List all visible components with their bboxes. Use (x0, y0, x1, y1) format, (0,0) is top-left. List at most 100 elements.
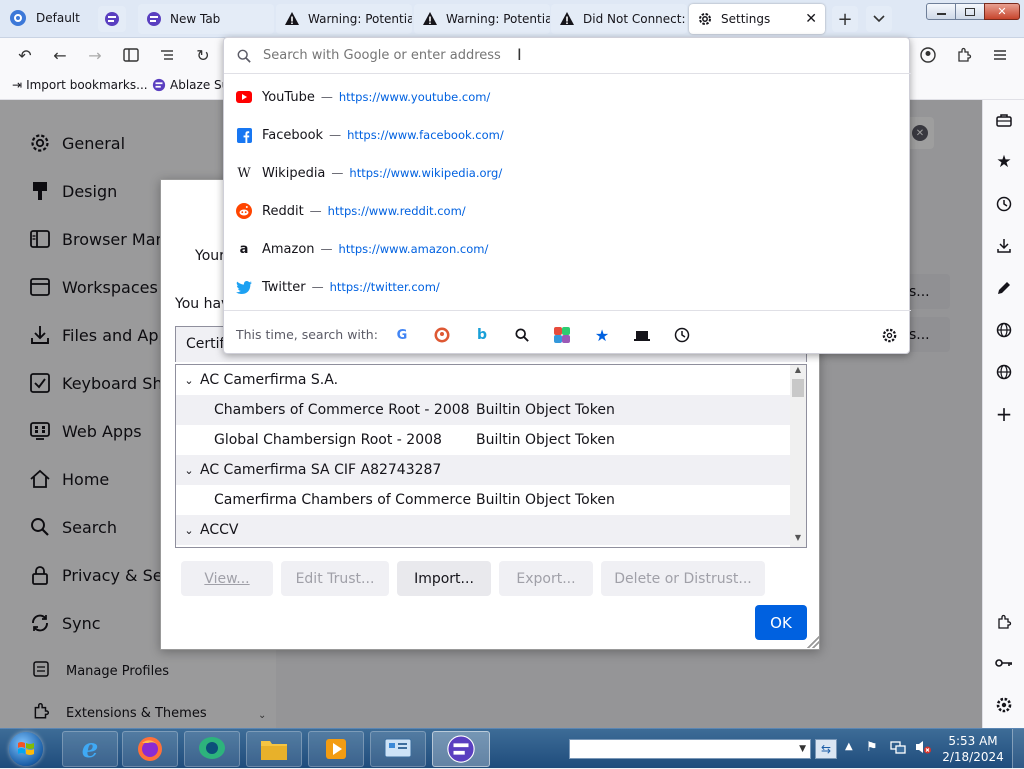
suggestion-facebook[interactable]: Facebook — https://www.facebook.com/ (224, 116, 911, 154)
search-engine-icon[interactable] (512, 325, 532, 345)
show-desktop-button[interactable] (1012, 729, 1024, 769)
export-button[interactable]: Export... (499, 561, 593, 596)
search-settings-icon[interactable] (879, 325, 899, 345)
duckduckgo-engine-icon[interactable] (432, 325, 452, 345)
taskbar-firefox[interactable] (122, 731, 178, 767)
pencil-icon[interactable] (993, 277, 1015, 299)
globe-icon[interactable] (993, 361, 1015, 383)
restore-button[interactable] (955, 3, 985, 20)
search-icon (237, 49, 251, 63)
taskbar-floorp[interactable] (432, 731, 490, 767)
floorp-tab-icon[interactable] (98, 6, 126, 32)
key-icon[interactable] (993, 652, 1015, 674)
taskbar-address-box[interactable]: ▼ (569, 739, 811, 759)
amazon-icon: a (239, 241, 249, 257)
extensions-button[interactable] (951, 43, 977, 67)
hamburger-icon (994, 50, 1006, 60)
tree-scrollbar[interactable]: ▲ ▼ (790, 365, 806, 547)
edit-trust-button[interactable]: Edit Trust... (281, 561, 389, 596)
bing-engine-icon[interactable]: b (472, 325, 492, 345)
wikipedia-icon: W (237, 165, 251, 181)
taskbar-explorer[interactable] (246, 731, 302, 767)
view-button[interactable]: View... (181, 561, 273, 596)
list-all-tabs-button[interactable] (866, 6, 892, 32)
clock-date[interactable]: 2/18/2024 (942, 750, 1004, 764)
delete-distrust-button[interactable]: Delete or Distrust... (601, 561, 765, 596)
tree-item-row[interactable]: Global Chambersign Root - 2008 Builtin O… (176, 425, 790, 455)
menu-button[interactable] (987, 43, 1013, 67)
star-icon[interactable]: ★ (993, 151, 1015, 173)
tree-item-row[interactable]: Camerfirma Chambers of Commerce ... Buil… (176, 485, 790, 515)
add-panel-icon[interactable]: + (993, 402, 1015, 426)
reload-button[interactable]: ↻ (190, 43, 216, 67)
profile-label: Default (36, 11, 80, 25)
google-engine-icon[interactable]: G (392, 325, 412, 345)
gear-icon (697, 11, 713, 27)
account-button[interactable] (915, 43, 941, 67)
tree-tabs-button[interactable] (154, 43, 180, 67)
download-icon[interactable] (993, 235, 1015, 257)
new-tab-button[interactable]: + (832, 6, 858, 32)
cert-token: Builtin Object Token (476, 432, 615, 448)
tab-settings[interactable]: Settings ✕ (689, 4, 825, 34)
bookmark-ablaze[interactable]: Ablaze Su (152, 78, 229, 92)
profile-button[interactable]: Default (4, 6, 80, 30)
suggestion-amazon[interactable]: a Amazon — https://www.amazon.com/ (224, 230, 911, 268)
urlbar[interactable]: I (224, 38, 911, 74)
bookmarks-search-icon[interactable]: ★ (592, 325, 612, 345)
globe-icon[interactable] (993, 319, 1015, 341)
forward-button[interactable]: → (82, 43, 108, 67)
taskbar-media[interactable] (308, 731, 364, 767)
tab-new-tab[interactable]: New Tab (138, 4, 274, 34)
suggestion-sep: — (320, 90, 333, 104)
tree-item-row[interactable]: Chambers of Commerce Root - 2008 Builtin… (176, 395, 790, 425)
undo-close-tab-button[interactable]: ↶ (12, 43, 38, 67)
history-search-icon[interactable] (672, 325, 692, 345)
tray-flag-icon[interactable]: ⚑ (866, 740, 878, 755)
tabs-search-icon[interactable] (632, 325, 652, 345)
taskbar-app3[interactable] (184, 731, 240, 767)
minimize-button[interactable] (926, 3, 956, 20)
sidebar-toggle-button[interactable] (118, 43, 144, 67)
clock-time[interactable]: 5:53 AM (948, 734, 998, 748)
facebook-icon (236, 127, 252, 143)
url-input[interactable] (263, 48, 863, 63)
tree-group-row[interactable]: ⌄ ACCV (176, 515, 790, 545)
scroll-up-icon[interactable]: ▲ (790, 365, 806, 379)
scroll-thumb[interactable] (792, 379, 804, 397)
resize-grip-icon[interactable] (807, 636, 819, 648)
back-button[interactable]: ← (47, 43, 73, 67)
taskbar-control-panel[interactable] (370, 731, 426, 767)
gear-icon[interactable] (993, 694, 1015, 716)
suggestion-twitter[interactable]: Twitter — https://twitter.com/ (224, 268, 911, 306)
briefcase-icon[interactable] (993, 109, 1015, 131)
tree-group-row[interactable]: ⌄ AC Camerfirma SA CIF A82743287 (176, 455, 790, 485)
tray-volume-muted-icon[interactable] (914, 739, 932, 759)
suggestion-sep: — (311, 280, 324, 294)
scroll-down-icon[interactable]: ▼ (790, 533, 806, 547)
cert-token: Builtin Object Token (476, 402, 615, 418)
ok-button[interactable]: OK (755, 605, 807, 640)
tray-expand-icon[interactable]: ▲ (845, 741, 853, 752)
suggestion-youtube[interactable]: YouTube — https://www.youtube.com/ (224, 78, 911, 116)
close-tab-icon[interactable]: ✕ (805, 11, 817, 27)
taskbar-go-button[interactable]: ⇆ (815, 739, 837, 759)
column-header-certificate[interactable]: Certif (186, 336, 224, 352)
import-bookmarks-item[interactable]: ⇥ Import bookmarks... (12, 78, 148, 92)
suggestion-wikipedia[interactable]: W Wikipedia — https://www.wikipedia.org/ (224, 154, 911, 192)
tab-warning-2[interactable]: Warning: Potential (414, 4, 550, 34)
tab-did-not-connect[interactable]: Did Not Connect: I (551, 4, 687, 34)
suggestion-reddit[interactable]: Reddit — https://www.reddit.com/ (224, 192, 911, 230)
tray-network-icon[interactable] (890, 739, 906, 759)
import-button[interactable]: Import... (397, 561, 491, 596)
close-window-button[interactable]: ✕ (984, 3, 1020, 20)
dialog-tab[interactable]: Your (195, 248, 225, 264)
import-icon: ⇥ (12, 78, 23, 92)
start-button[interactable] (5, 729, 47, 769)
multicolor-engine-icon[interactable] (552, 325, 572, 345)
taskbar-ie[interactable]: e (62, 731, 118, 767)
history-icon[interactable] (993, 193, 1015, 215)
tab-warning-1[interactable]: Warning: Potential (276, 4, 412, 34)
puzzle-icon[interactable] (993, 611, 1015, 633)
tree-group-row[interactable]: ⌄ AC Camerfirma S.A. (176, 365, 790, 395)
